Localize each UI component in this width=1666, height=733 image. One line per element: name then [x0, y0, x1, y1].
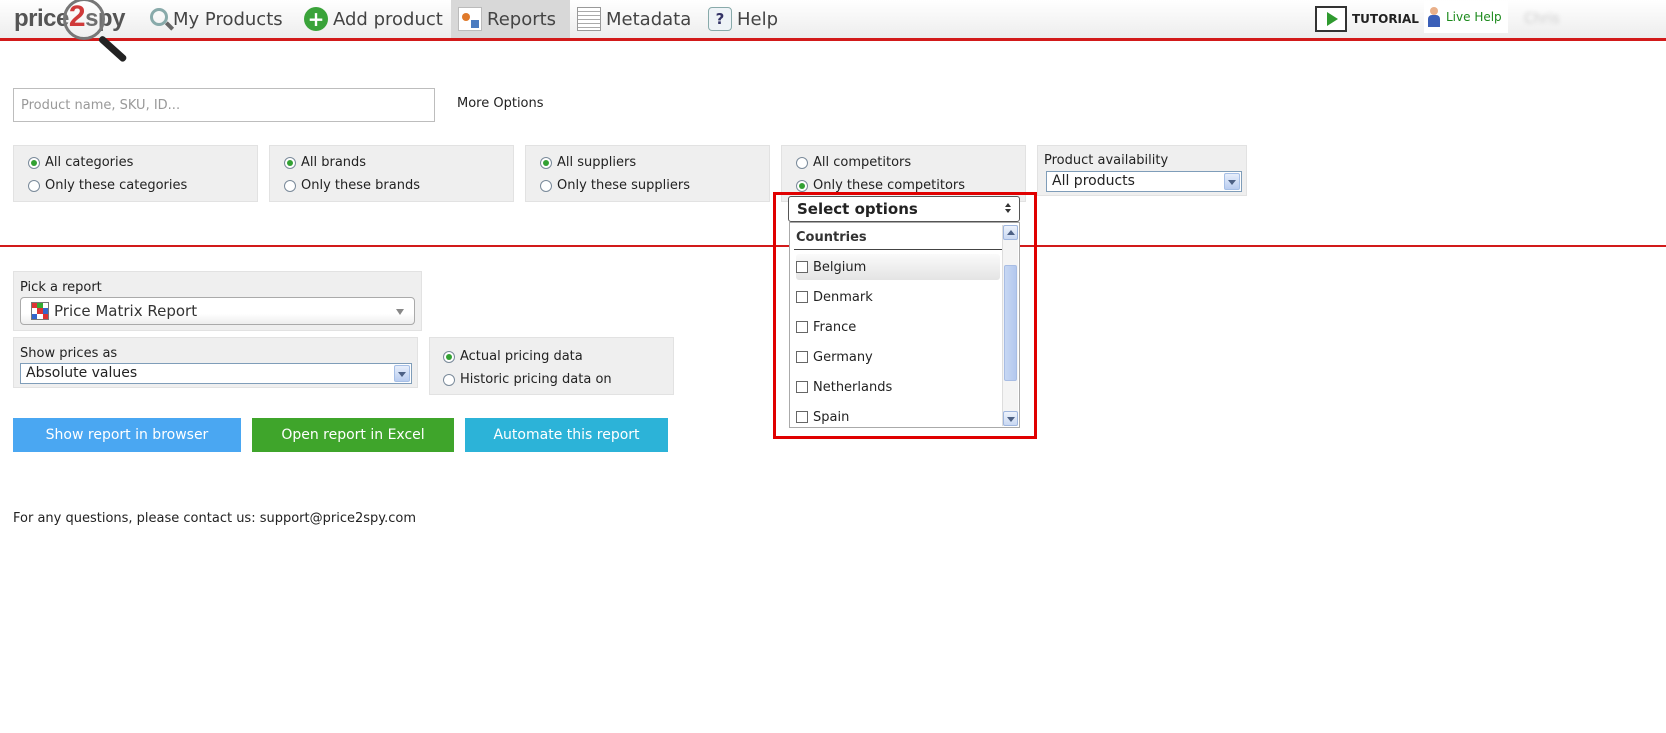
help-icon: ?: [708, 7, 732, 31]
price-matrix-icon: [31, 302, 49, 320]
competitor-select-button[interactable]: Select options: [788, 196, 1020, 222]
magnifier-handle-icon: [97, 34, 128, 63]
option-spain[interactable]: Spain: [796, 404, 1000, 427]
categories-filter: All categories Only these categories: [13, 145, 258, 202]
all-suppliers-option[interactable]: All suppliers: [540, 155, 636, 170]
all-suppliers-radio[interactable]: [540, 156, 552, 169]
all-categories-radio[interactable]: [28, 156, 40, 169]
metadata-icon: [577, 7, 601, 31]
option-germany[interactable]: Germany: [796, 344, 1000, 370]
suppliers-filter: All suppliers Only these suppliers: [525, 145, 770, 202]
show-prices-value: Absolute values: [26, 365, 138, 381]
option-checkbox[interactable]: [796, 321, 808, 333]
only-suppliers-option[interactable]: Only these suppliers: [540, 178, 690, 193]
nav-reports[interactable]: Reports: [451, 0, 570, 38]
nav-add-product[interactable]: + Add product: [304, 0, 443, 38]
report-type-value: Price Matrix Report: [54, 302, 198, 320]
add-icon: +: [304, 7, 328, 31]
scroll-up-icon[interactable]: [1003, 225, 1018, 240]
option-belgium[interactable]: Belgium: [796, 254, 1000, 280]
tutorial-label: TUTORIAL: [1352, 12, 1419, 26]
live-help-button[interactable]: Live Help: [1424, 1, 1508, 33]
option-checkbox[interactable]: [796, 381, 808, 393]
option-denmark[interactable]: Denmark: [796, 284, 1000, 310]
option-netherlands[interactable]: Netherlands: [796, 374, 1000, 400]
play-video-icon: [1315, 6, 1347, 32]
live-help-label: Live Help: [1446, 10, 1502, 24]
availability-filter: Product availability All products: [1037, 145, 1247, 196]
historic-pricing-radio[interactable]: [443, 373, 455, 386]
availability-select[interactable]: All products: [1046, 171, 1242, 192]
all-brands-option[interactable]: All brands: [284, 155, 366, 170]
show-report-in-browser-button[interactable]: Show report in browser: [13, 418, 241, 452]
chevron-down-icon[interactable]: [394, 365, 410, 382]
all-competitors-option[interactable]: All competitors: [796, 155, 911, 170]
actual-pricing-radio[interactable]: [443, 350, 455, 363]
reports-icon: [458, 7, 482, 31]
competitor-options-dropdown: Countries Belgium Denmark France Germany…: [789, 222, 1020, 428]
option-checkbox[interactable]: [796, 291, 808, 303]
all-categories-option[interactable]: All categories: [28, 155, 133, 170]
group-divider: [794, 249, 1002, 250]
group-header-countries: Countries: [796, 230, 867, 245]
nav-help[interactable]: ? Help: [708, 0, 778, 38]
actual-pricing-option[interactable]: Actual pricing data: [443, 349, 583, 364]
availability-label: Product availability: [1044, 153, 1169, 168]
pick-report-label: Pick a report: [20, 280, 102, 295]
all-brands-radio[interactable]: [284, 156, 296, 169]
contact-footer: For any questions, please contact us: su…: [13, 511, 417, 526]
all-competitors-radio[interactable]: [796, 156, 808, 169]
magnifier-lens-icon: [63, 0, 105, 40]
option-checkbox[interactable]: [796, 411, 808, 423]
competitor-select-label: Select options: [797, 200, 918, 218]
brands-filter: All brands Only these brands: [269, 145, 514, 202]
nav-add-product-label: Add product: [333, 8, 443, 30]
report-type-select[interactable]: Price Matrix Report: [20, 297, 415, 325]
option-checkbox[interactable]: [796, 261, 808, 273]
option-checkbox[interactable]: [796, 351, 808, 363]
show-prices-panel: Show prices as Absolute values: [13, 337, 418, 388]
automate-report-button[interactable]: Automate this report: [465, 418, 668, 452]
only-competitors-radio[interactable]: [796, 179, 808, 192]
open-report-in-excel-button[interactable]: Open report in Excel: [252, 418, 454, 452]
nav-metadata-label: Metadata: [606, 8, 692, 30]
only-suppliers-radio[interactable]: [540, 179, 552, 192]
price2spy-logo[interactable]: price2spy: [14, 0, 144, 63]
availability-value: All products: [1052, 173, 1135, 189]
only-categories-radio[interactable]: [28, 179, 40, 192]
dropdown-scrollbar[interactable]: [1002, 225, 1018, 426]
only-competitors-option[interactable]: Only these competitors: [796, 178, 965, 193]
only-brands-option[interactable]: Only these brands: [284, 178, 420, 193]
product-search-input[interactable]: [13, 88, 435, 122]
caret-down-icon: [396, 309, 404, 315]
historic-pricing-option[interactable]: Historic pricing data on: [443, 372, 612, 387]
more-options-link[interactable]: More Options: [457, 96, 544, 111]
nav-reports-label: Reports: [487, 8, 557, 30]
search-products-icon: [150, 8, 168, 26]
nav-metadata[interactable]: Metadata: [577, 0, 691, 38]
scroll-down-icon[interactable]: [1003, 411, 1018, 426]
show-prices-label: Show prices as: [20, 346, 118, 361]
pick-report-panel: Pick a report Price Matrix Report: [13, 271, 422, 331]
show-prices-select[interactable]: Absolute values: [20, 363, 412, 384]
option-france[interactable]: France: [796, 314, 1000, 340]
tutorial-link[interactable]: TUTORIAL: [1315, 5, 1419, 33]
live-help-agent-icon: [1428, 7, 1440, 27]
user-name[interactable]: Chris: [1524, 11, 1560, 27]
nav-help-label: Help: [737, 8, 779, 30]
sort-arrows-icon: [1005, 203, 1011, 215]
only-categories-option[interactable]: Only these categories: [28, 178, 187, 193]
scrollbar-thumb[interactable]: [1004, 265, 1017, 381]
nav-my-products[interactable]: My Products: [150, 0, 283, 38]
nav-my-products-label: My Products: [173, 8, 283, 30]
pricing-data-panel: Actual pricing data Historic pricing dat…: [429, 337, 674, 395]
only-brands-radio[interactable]: [284, 179, 296, 192]
chevron-down-icon[interactable]: [1224, 173, 1240, 190]
top-navigation-bar: price2spy My Products + Add product Repo…: [0, 0, 1666, 63]
